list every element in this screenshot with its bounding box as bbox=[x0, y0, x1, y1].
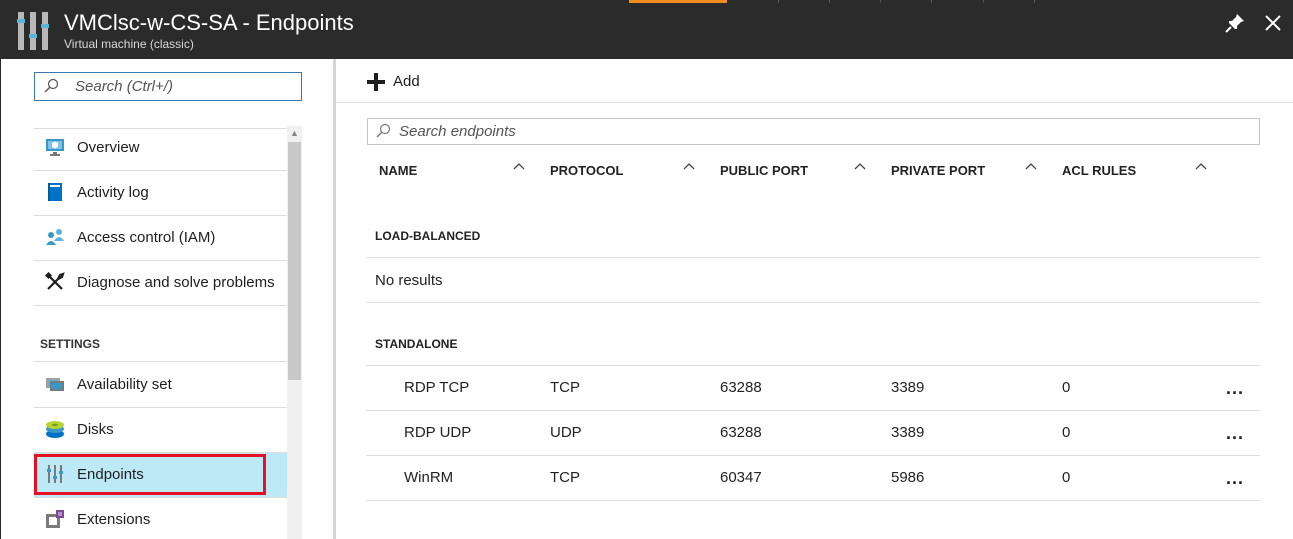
sidebar-item-overview[interactable]: Overview bbox=[34, 126, 287, 171]
tab-divider bbox=[983, 0, 984, 3]
more-options-icon[interactable]: ... bbox=[1226, 468, 1248, 490]
divider bbox=[366, 302, 1260, 303]
endpoint-public-port: 63288 bbox=[720, 379, 762, 396]
endpoint-protocol: UDP bbox=[550, 424, 582, 441]
group-label-load-balanced: LOAD-BALANCED bbox=[375, 229, 481, 243]
column-header-acl-rules[interactable]: ACL RULES bbox=[1062, 163, 1136, 178]
page-title: VMClsc-w-CS-SA - Endpoints bbox=[64, 10, 354, 35]
table-row[interactable]: WinRM TCP 60347 5986 0 ... bbox=[366, 456, 1260, 501]
endpoints-icon bbox=[17, 12, 49, 50]
close-icon[interactable] bbox=[1262, 12, 1284, 34]
search-icon bbox=[376, 123, 391, 138]
tab-divider bbox=[829, 0, 830, 3]
overview-icon bbox=[46, 139, 64, 156]
more-options-icon[interactable]: ... bbox=[1226, 378, 1248, 400]
sidebar-item-label: Disks bbox=[77, 421, 114, 438]
group-label-standalone: STANDALONE bbox=[375, 337, 458, 351]
blade-header: VMClsc-w-CS-SA - Endpoints Virtual machi… bbox=[0, 0, 1293, 59]
menu-search-box[interactable] bbox=[34, 72, 302, 101]
sidebar-item-label: Availability set bbox=[77, 376, 172, 393]
iam-icon bbox=[46, 229, 64, 245]
divider bbox=[34, 361, 287, 362]
sidebar-item-availability-set[interactable]: Availability set bbox=[34, 363, 287, 408]
sidebar-item-extensions[interactable]: Extensions bbox=[34, 498, 287, 539]
scroll-up-icon[interactable]: ▲ bbox=[287, 126, 302, 141]
plus-icon bbox=[367, 73, 385, 91]
add-button-label: Add bbox=[393, 73, 420, 90]
tab-divider bbox=[931, 0, 932, 3]
endpoint-public-port: 60347 bbox=[720, 469, 762, 486]
column-header-private-port[interactable]: PRIVATE PORT bbox=[891, 163, 985, 178]
endpoint-name: RDP UDP bbox=[404, 424, 472, 441]
highlight-box bbox=[34, 454, 266, 495]
tab-divider bbox=[1034, 0, 1035, 3]
wrench-icon bbox=[45, 272, 65, 290]
sidebar-item-label: Overview bbox=[77, 139, 140, 156]
endpoint-name: WinRM bbox=[404, 469, 454, 486]
sidebar-item-disks[interactable]: Disks bbox=[34, 408, 287, 453]
sidebar-item-access-control[interactable]: Access control (IAM) bbox=[34, 216, 287, 261]
search-icon bbox=[44, 78, 59, 93]
sidebar-item-activity-log[interactable]: Activity log bbox=[34, 171, 287, 216]
more-options-icon[interactable]: ... bbox=[1226, 423, 1248, 445]
endpoint-acl-rules: 0 bbox=[1062, 424, 1071, 441]
sidebar-item-endpoints[interactable]: Endpoints bbox=[34, 453, 287, 498]
sidebar-item-label: Access control (IAM) bbox=[77, 229, 216, 246]
activity-log-icon bbox=[48, 183, 62, 201]
sort-chevron-icon[interactable] bbox=[853, 161, 867, 171]
divider bbox=[366, 257, 1260, 258]
column-header-protocol[interactable]: PROTOCOL bbox=[550, 163, 623, 178]
divider bbox=[366, 500, 1260, 501]
endpoint-protocol: TCP bbox=[550, 379, 580, 396]
settings-section-label: SETTINGS bbox=[40, 337, 101, 351]
disks-icon bbox=[46, 421, 64, 438]
endpoint-acl-rules: 0 bbox=[1062, 469, 1071, 486]
endpoints-blade: Add NAME PROTOCOL PUBLIC PORT PRIVATE PO… bbox=[336, 59, 1293, 539]
no-results-text: No results bbox=[375, 272, 443, 289]
column-header-public-port[interactable]: PUBLIC PORT bbox=[720, 163, 808, 178]
tab-divider bbox=[880, 0, 881, 3]
endpoint-name: RDP TCP bbox=[404, 379, 470, 396]
command-bar: Add bbox=[336, 59, 1293, 103]
endpoint-protocol: TCP bbox=[550, 469, 580, 486]
endpoint-private-port: 3389 bbox=[891, 424, 925, 441]
sidebar-item-label: Activity log bbox=[77, 184, 149, 201]
availability-set-icon bbox=[46, 378, 64, 391]
endpoint-private-port: 3389 bbox=[891, 379, 925, 396]
table-row[interactable]: RDP UDP UDP 63288 3389 0 ... bbox=[366, 411, 1260, 456]
column-header-name[interactable]: NAME bbox=[379, 163, 417, 178]
menu-search-input[interactable] bbox=[75, 76, 295, 97]
sort-chevron-icon[interactable] bbox=[1024, 161, 1038, 171]
endpoint-acl-rules: 0 bbox=[1062, 379, 1071, 396]
tab-divider bbox=[778, 0, 779, 3]
endpoints-search-box[interactable] bbox=[367, 118, 1260, 145]
sidebar-item-diagnose[interactable]: Diagnose and solve problems bbox=[34, 261, 287, 306]
endpoints-search-input[interactable] bbox=[399, 122, 1249, 141]
extensions-icon bbox=[46, 510, 64, 528]
scroll-thumb[interactable] bbox=[288, 142, 301, 380]
sort-chevron-icon[interactable] bbox=[512, 161, 526, 171]
menu-scrollbar[interactable]: ▲ bbox=[287, 126, 302, 539]
endpoint-public-port: 63288 bbox=[720, 424, 762, 441]
sidebar-item-label: Diagnose and solve problems bbox=[77, 274, 275, 291]
sort-chevron-icon[interactable] bbox=[682, 161, 696, 171]
sort-chevron-icon[interactable] bbox=[1194, 161, 1208, 171]
table-row[interactable]: RDP TCP TCP 63288 3389 0 ... bbox=[366, 366, 1260, 411]
page-subtitle: Virtual machine (classic) bbox=[64, 37, 194, 51]
endpoint-private-port: 5986 bbox=[891, 469, 925, 486]
resource-menu: ▲ Overview Activity log Access contro bbox=[0, 59, 334, 539]
active-blade-indicator bbox=[629, 0, 727, 3]
sidebar-item-label: Extensions bbox=[77, 511, 151, 528]
pin-icon[interactable] bbox=[1224, 12, 1246, 34]
